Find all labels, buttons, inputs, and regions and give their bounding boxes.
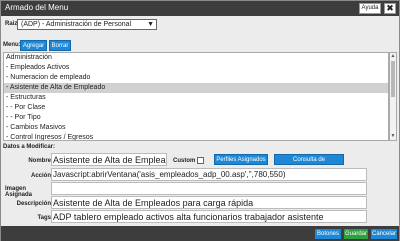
title-bar: Armado del Menu Ayuda ✖ [1,1,399,16]
scroll-thumb[interactable] [391,61,395,97]
list-item[interactable]: - Asistente de Alta de Empleado [4,83,388,93]
menu-label: Menu: [3,42,21,48]
menu-items-list[interactable]: Administración - Empleados Activos - Numer… [3,52,389,141]
menu-builder-dialog: Armado del Menu Ayuda ✖ Raiz: (ADP) - Ad… [0,0,400,241]
nombre-field[interactable]: Asistente de Alta de Empleado [51,153,167,166]
delete-button[interactable]: Borrar [49,40,71,51]
accion-field[interactable]: Javascript:abrirVentana('asis_empleados_… [51,168,367,181]
footer-bar: Botones Guardar Cancelar [1,226,399,241]
raiz-selected-value: (ADP) - Administración de Personal [21,21,132,28]
menu-list-scrollbar[interactable]: ▲ ▼ [389,52,397,141]
close-icon[interactable]: ✖ [384,3,396,14]
list-item[interactable]: - Control Ingresos / Egresos [4,133,388,140]
tags-field[interactable]: ADP tablero empleado activos alta funcio… [51,210,367,223]
consulta-restricciones-button[interactable]: Consulta de Restricciones [274,154,344,174]
scroll-down-icon[interactable]: ▼ [390,133,396,140]
tags-label: Tags [37,215,51,221]
custom-checkbox[interactable] [197,157,204,164]
botones-button[interactable]: Botones [315,229,341,239]
nombre-label: Nombre [28,158,51,164]
list-item[interactable]: Administración [4,53,388,63]
chevron-down-icon: ▼ [147,21,154,28]
list-item[interactable]: - - Por Clase [4,103,388,113]
list-item[interactable]: - Numeracion de empleado [4,73,388,83]
list-item[interactable]: - - Por Tipo [4,113,388,123]
scroll-up-icon[interactable]: ▲ [390,53,396,60]
datos-section-label: Datos a Modificar: [3,144,56,150]
perfiles-asignados-button[interactable]: Perfiles Asignados [214,154,268,165]
imagen-field[interactable] [51,182,367,195]
cancel-button[interactable]: Cancelar [371,229,397,239]
custom-label: Custom [173,158,196,164]
window-title: Armado del Menu [5,3,69,12]
list-item[interactable]: - Empleados Activos [4,63,388,73]
add-button[interactable]: Agregar [20,40,47,51]
list-item[interactable]: - Estructuras [4,93,388,103]
help-button[interactable]: Ayuda [359,3,381,14]
descripcion-field[interactable]: Asistente de Alta de Empleados para carg… [51,196,367,209]
accion-label: Acción [30,173,51,179]
descripcion-label: Descripción [16,201,51,207]
save-button[interactable]: Guardar [344,229,368,239]
imagen-label: Imagen Asignada [5,186,33,198]
raiz-select[interactable]: (ADP) - Administración de Personal ▼ [17,19,157,30]
list-item[interactable]: - Cambios Masivos [4,123,388,133]
